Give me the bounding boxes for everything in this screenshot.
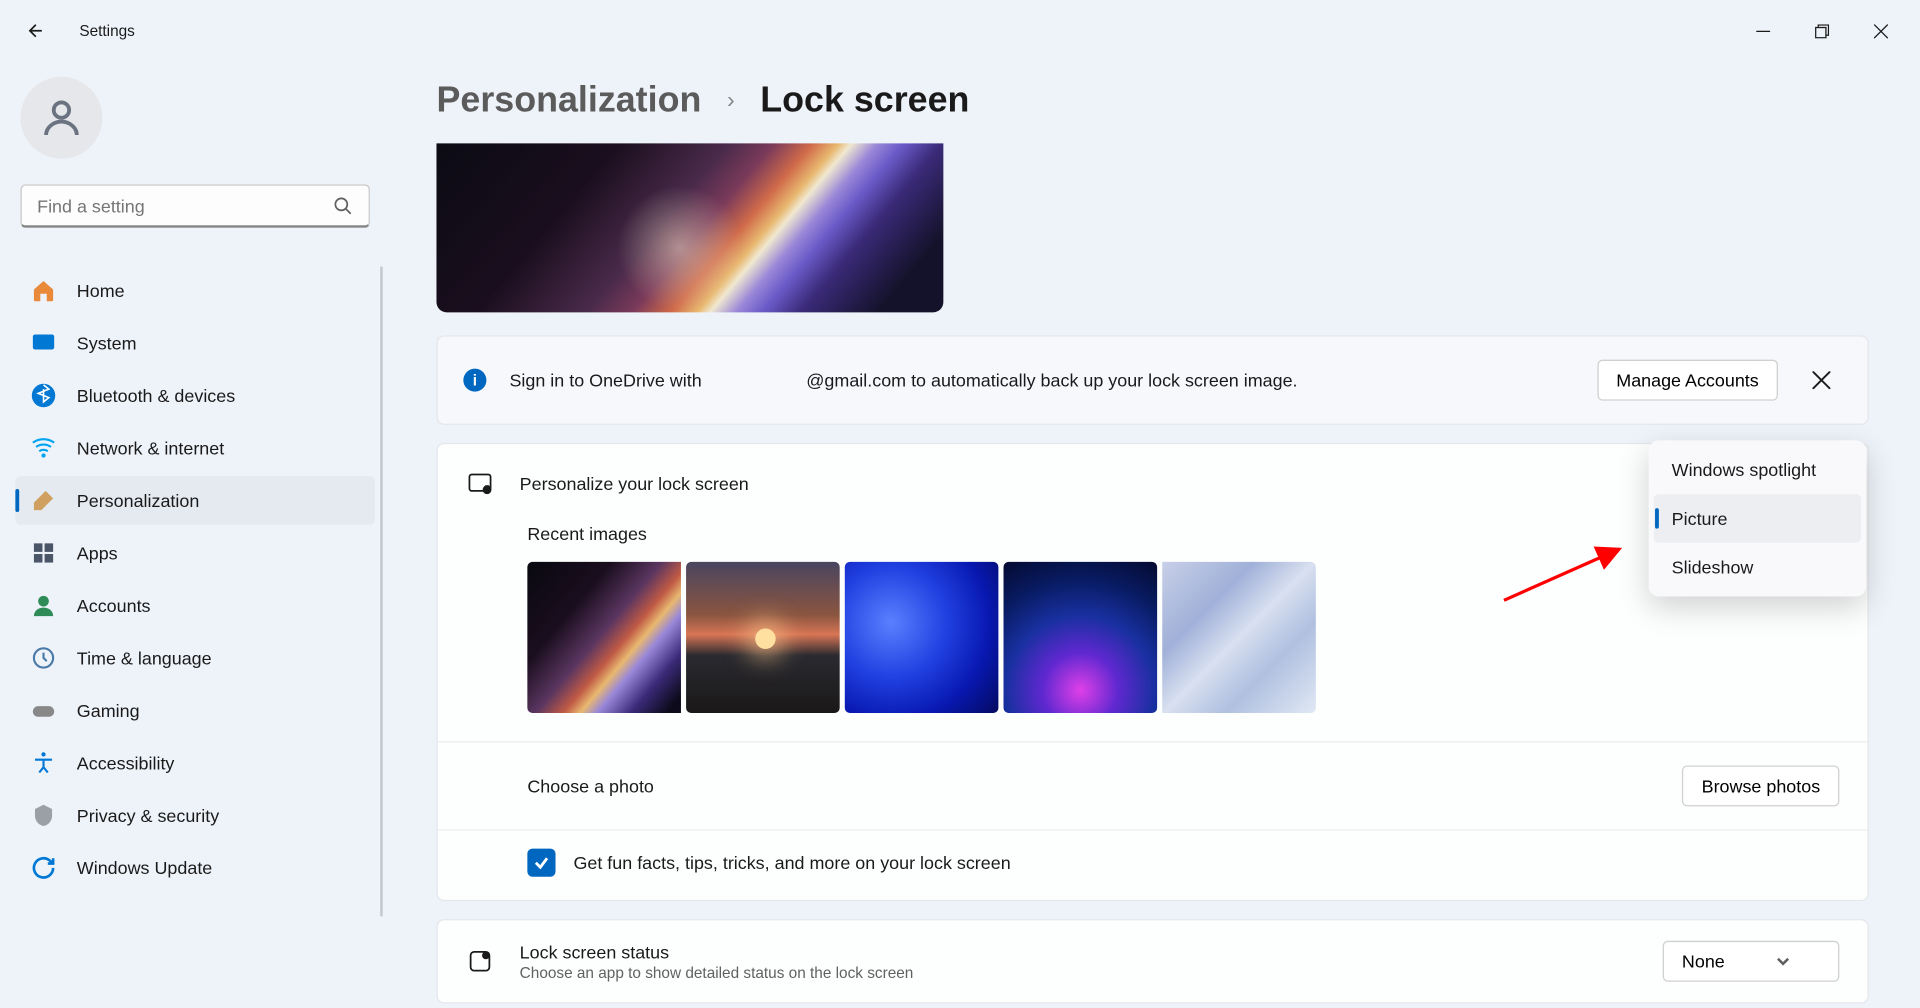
breadcrumb-current: Lock screen <box>760 79 969 120</box>
nav-label: System <box>77 333 137 353</box>
system-icon <box>31 330 57 356</box>
accessibility-icon <box>31 750 57 776</box>
window-title: Settings <box>79 22 135 40</box>
nav-apps[interactable]: Apps <box>15 529 375 578</box>
nav-list: Home System Bluetooth & devices Network … <box>10 266 380 892</box>
bluetooth-icon <box>31 383 57 409</box>
nav-network[interactable]: Network & internet <box>15 424 375 473</box>
back-button[interactable] <box>10 5 61 56</box>
choose-photo-label: Choose a photo <box>527 776 1682 796</box>
nav-home[interactable]: Home <box>15 266 375 315</box>
choose-photo-row: Choose a photo Browse photos <box>438 742 1868 829</box>
nav-bluetooth[interactable]: Bluetooth & devices <box>15 371 375 420</box>
lockscreen-icon <box>466 470 494 498</box>
home-icon <box>31 278 57 304</box>
nav-accessibility[interactable]: Accessibility <box>15 739 375 788</box>
nav-label: Network & internet <box>77 438 224 458</box>
nav-accounts[interactable]: Accounts <box>15 581 375 630</box>
funfacts-checkbox[interactable] <box>527 849 555 877</box>
titlebar: Settings <box>0 0 1920 61</box>
nav-label: Personalization <box>77 490 200 510</box>
dropdown-option-spotlight[interactable]: Windows spotlight <box>1654 445 1861 494</box>
funfacts-row: Get fun facts, tips, tricks, and more on… <box>438 831 1868 900</box>
content-area: Personalization › Lock screen i Sign in … <box>390 61 1920 1008</box>
recent-image-3[interactable] <box>1004 562 1158 713</box>
window-controls <box>1733 10 1910 51</box>
nav-label: Apps <box>77 543 118 563</box>
nav-label: Privacy & security <box>77 805 219 825</box>
accounts-icon <box>31 593 57 619</box>
status-app-dropdown[interactable]: None <box>1663 941 1840 982</box>
nav-personalization[interactable]: Personalization <box>15 476 375 525</box>
nav-privacy[interactable]: Privacy & security <box>15 791 375 840</box>
nav-gaming[interactable]: Gaming <box>15 686 375 735</box>
close-button[interactable] <box>1851 10 1910 51</box>
apps-icon <box>31 540 57 566</box>
search-icon <box>333 195 353 215</box>
chevron-right-icon: › <box>727 86 735 113</box>
dropdown-option-picture[interactable]: Picture <box>1654 494 1861 543</box>
user-avatar[interactable] <box>20 77 102 159</box>
sidebar: Home System Bluetooth & devices Network … <box>0 61 390 1008</box>
nav-label: Bluetooth & devices <box>77 385 235 405</box>
info-icon: i <box>463 369 486 392</box>
status-title: Lock screen status <box>520 941 1637 961</box>
recent-image-0[interactable] <box>527 562 681 713</box>
personalization-icon <box>31 488 57 514</box>
lockscreen-preview <box>436 143 943 312</box>
search-box[interactable] <box>20 184 369 228</box>
status-card: Lock screen status Choose an app to show… <box>436 919 1868 1003</box>
recent-image-1[interactable] <box>686 562 840 713</box>
background-dropdown-popup: Windows spotlight Picture Slideshow <box>1649 440 1867 596</box>
nav-label: Time & language <box>77 648 212 668</box>
status-row[interactable]: Lock screen status Choose an app to show… <box>438 920 1868 1002</box>
manage-accounts-button[interactable]: Manage Accounts <box>1597 360 1778 401</box>
funfacts-label: Get fun facts, tips, tricks, and more on… <box>573 852 1010 872</box>
onedrive-message: Sign in to OneDrive with @gmail.com to a… <box>509 370 1574 390</box>
minimize-button[interactable] <box>1733 10 1792 51</box>
dropdown-option-slideshow[interactable]: Slideshow <box>1654 543 1861 592</box>
update-icon <box>31 855 57 881</box>
privacy-icon <box>31 803 57 829</box>
onedrive-banner: i Sign in to OneDrive with @gmail.com to… <box>436 335 1868 425</box>
status-subtitle: Choose an app to show detailed status on… <box>520 963 1637 981</box>
nav-label: Gaming <box>77 700 140 720</box>
nav-time[interactable]: Time & language <box>15 634 375 683</box>
nav-system[interactable]: System <box>15 319 375 368</box>
personalize-title: Personalize your lock screen <box>520 474 1814 494</box>
network-icon <box>31 435 57 461</box>
browse-photos-button[interactable]: Browse photos <box>1682 765 1839 806</box>
nav-update[interactable]: Windows Update <box>15 844 375 893</box>
breadcrumb: Personalization › Lock screen <box>436 79 1868 120</box>
recent-image-4[interactable] <box>1162 562 1316 713</box>
recent-image-2[interactable] <box>845 562 999 713</box>
time-icon <box>31 645 57 671</box>
maximize-button[interactable] <box>1792 10 1851 51</box>
chevron-down-icon <box>1776 954 1791 969</box>
search-input[interactable] <box>37 195 333 215</box>
nav-label: Home <box>77 280 125 300</box>
gaming-icon <box>31 698 57 724</box>
dismiss-banner-button[interactable] <box>1801 360 1842 401</box>
sidebar-scrollbar[interactable] <box>380 266 383 916</box>
status-value: None <box>1682 951 1725 971</box>
nav-label: Accounts <box>77 595 151 615</box>
status-icon <box>466 947 494 975</box>
nav-label: Windows Update <box>77 858 212 878</box>
breadcrumb-parent[interactable]: Personalization <box>436 79 701 120</box>
nav-label: Accessibility <box>77 753 175 773</box>
